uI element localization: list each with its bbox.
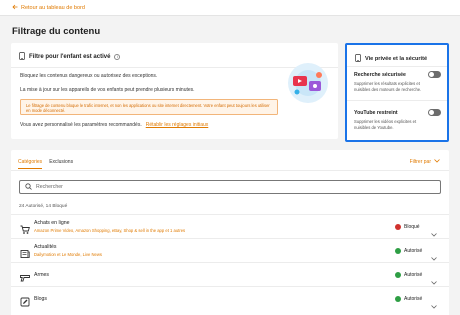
- allowed-icon: [395, 248, 401, 254]
- row-title: Actualités: [34, 244, 57, 250]
- youtube-restricted-desc: Supprimer les vidéos explicites et nuisi…: [354, 119, 417, 130]
- filter-by-dropdown[interactable]: Filtrer par: [410, 159, 440, 165]
- youtube-restricted-title: YouTube restreint: [354, 110, 398, 116]
- news-icon: [20, 246, 30, 258]
- row-title: Blogs: [34, 296, 47, 302]
- filter-card: Filtre pour l'enfant est activé i Bloque…: [11, 43, 338, 139]
- list-item[interactable]: Armes Autorisé: [11, 262, 449, 286]
- back-label: Retour au tableau de bord: [21, 5, 85, 11]
- shield-phone-icon: [355, 54, 361, 64]
- allowed-icon: [395, 272, 401, 278]
- info-icon[interactable]: i: [114, 54, 121, 60]
- filter-by-label: Filtrer par: [409, 159, 431, 165]
- category-counts: 24 Autorisé, 14 Bloqué: [19, 204, 68, 209]
- page-title: Filtrage du contenu: [12, 26, 101, 37]
- privacy-title: Vie privée et la sécurité: [365, 56, 428, 62]
- youtube-restricted-toggle[interactable]: [428, 109, 441, 116]
- back-link[interactable]: Retour au tableau de bord: [12, 4, 85, 12]
- status-badge[interactable]: Autorisé: [395, 296, 422, 302]
- list-item[interactable]: Actualités Dailymotion et Le Monde, Live…: [11, 238, 449, 262]
- status-label: Autorisé: [404, 248, 423, 254]
- reset-link[interactable]: Rétablir les réglages initiaux: [146, 122, 209, 128]
- row-subtitle: Amazon Prime Video, Amazon Shopping, eBa…: [34, 228, 186, 233]
- arrow-left-icon: [12, 4, 18, 12]
- divider: [347, 66, 447, 67]
- search-placeholder: Rechercher: [36, 184, 63, 190]
- filter-description: Bloquez les contenus dangereux ou autori…: [20, 73, 158, 79]
- recommended-line: Vous avez personnalisé les paramètres re…: [20, 122, 208, 128]
- phone-icon: [19, 52, 25, 62]
- tab-exclusions[interactable]: Exclusions: [49, 159, 73, 169]
- filter-update-note: La mise à jour sur les appareils de vos …: [20, 87, 195, 93]
- divider: [11, 170, 449, 171]
- row-title: Armes: [34, 272, 49, 278]
- top-bar: Retour au tableau de bord: [0, 0, 460, 16]
- safe-search-toggle[interactable]: [428, 71, 441, 78]
- weapon-icon: [20, 270, 30, 282]
- blocked-icon: [395, 224, 401, 230]
- status-label: Bloqué: [404, 224, 420, 230]
- filter-illustration: [283, 61, 333, 110]
- row-title: Achats en ligne: [34, 220, 70, 226]
- categories-card: Catégories Exclusions Filtrer par Recher…: [11, 150, 449, 315]
- chevron-down-icon: [434, 159, 440, 165]
- status-badge[interactable]: Bloqué: [395, 224, 420, 230]
- safe-search-title: Recherche sécurisée: [354, 72, 406, 78]
- privacy-card: Vie privée et la sécurité Recherche sécu…: [345, 43, 449, 142]
- search-icon: [25, 182, 32, 192]
- blog-icon: [20, 294, 30, 307]
- recommended-text: Vous avez personnalisé les paramètres re…: [20, 122, 142, 128]
- divider: [347, 100, 447, 101]
- safe-search-desc: Supprimer les résultats explicites et nu…: [354, 81, 422, 92]
- row-subtitle: Dailymotion et Le Monde, Live News: [34, 252, 102, 257]
- chevron-down-icon[interactable]: [431, 296, 437, 314]
- status-badge[interactable]: Autorisé: [395, 272, 422, 278]
- status-label: Autorisé: [404, 272, 423, 278]
- tab-bar: Catégories Exclusions: [18, 159, 73, 169]
- privacy-header: Vie privée et la sécurité: [355, 54, 427, 64]
- filter-card-header: Filtre pour l'enfant est activé i: [19, 52, 121, 62]
- status-badge[interactable]: Autorisé: [395, 248, 422, 254]
- cart-icon: [20, 222, 30, 234]
- search-input[interactable]: Rechercher: [19, 180, 441, 194]
- tab-categories[interactable]: Catégories: [18, 159, 43, 169]
- list-item[interactable]: Achats en ligne Amazon Prime Video, Amaz…: [11, 214, 449, 238]
- list-item[interactable]: Blogs Autorisé: [11, 286, 449, 310]
- filter-warning: Le filtrage de contenu bloque le trafic …: [20, 99, 278, 115]
- status-label: Autorisé: [404, 296, 423, 302]
- filter-card-title: Filtre pour l'enfant est activé: [29, 54, 111, 60]
- allowed-icon: [395, 296, 401, 302]
